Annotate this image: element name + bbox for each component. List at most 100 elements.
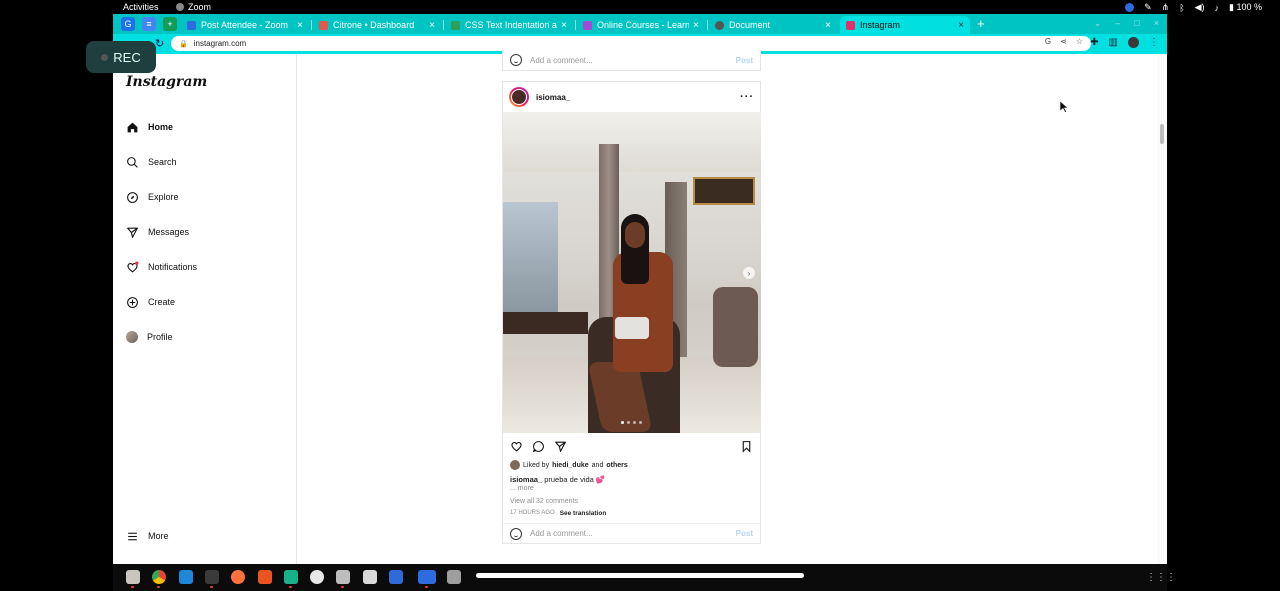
address-bar[interactable]: 🔒 instagram.com G ⋖ ☆: [171, 36, 1091, 51]
comment-icon[interactable]: [532, 440, 545, 453]
emoji-icon[interactable]: [510, 527, 522, 540]
story-avatar[interactable]: [509, 87, 529, 107]
liked-by-user[interactable]: hiedi_duke: [552, 462, 589, 469]
time-ago: 17 HOURS AGO: [510, 510, 555, 516]
close-tab-icon[interactable]: ×: [561, 20, 567, 31]
tab-zoom[interactable]: Post Attendee - Zoom ×: [181, 16, 309, 34]
tab-instagram[interactable]: Instagram ×: [840, 16, 970, 34]
tab-citrone[interactable]: Citrone • Dashboard ×: [313, 16, 441, 34]
comment-input[interactable]: Add a comment...: [530, 56, 593, 65]
sidebar-item-more[interactable]: More: [126, 529, 169, 543]
emoji-icon[interactable]: [510, 54, 522, 66]
carousel-dot: [639, 421, 642, 424]
side-panel-icon[interactable]: ▥: [1109, 37, 1118, 48]
instagram-logo[interactable]: Instagram: [126, 74, 207, 90]
close-window-icon[interactable]: ×: [1154, 18, 1159, 29]
sidebar-item-explore[interactable]: Explore: [126, 190, 179, 204]
new-tab-button[interactable]: +: [977, 16, 985, 31]
sidebar-item-profile[interactable]: Profile: [126, 330, 173, 344]
liked-by-and: and: [591, 461, 604, 469]
menu-kebab-icon[interactable]: ⋮: [1149, 37, 1159, 48]
files-app-icon[interactable]: [126, 570, 140, 584]
scrollbar-thumb[interactable]: [1160, 124, 1164, 144]
mic-icon[interactable]: ♪: [1215, 3, 1220, 13]
profile-avatar-icon[interactable]: [1128, 37, 1139, 48]
maximize-icon[interactable]: □: [1134, 18, 1139, 29]
docs-pinned-tab-icon[interactable]: ≡: [142, 17, 156, 31]
sheets-pinned-tab-icon[interactable]: +: [163, 17, 177, 31]
battery-indicator[interactable]: ▮ 100 %: [1229, 2, 1262, 13]
close-tab-icon[interactable]: ×: [429, 20, 435, 31]
chrome-pinned-tab-icon[interactable]: G: [121, 17, 135, 31]
slack-app-icon[interactable]: [310, 570, 324, 584]
notes-app-icon[interactable]: [389, 570, 403, 584]
text-editor-icon[interactable]: [363, 570, 377, 584]
screen-share-slider[interactable]: [476, 573, 804, 578]
see-translation-link[interactable]: See translation: [560, 510, 607, 517]
share-send-icon[interactable]: [554, 440, 567, 453]
sidebar-item-create[interactable]: Create: [126, 295, 175, 309]
sidebar-item-messages[interactable]: Messages: [126, 225, 189, 239]
bluetooth-icon[interactable]: ᛒ: [1179, 3, 1184, 13]
post-comment-button[interactable]: Post: [736, 529, 753, 538]
tab-document[interactable]: Document ×: [709, 16, 837, 34]
reload-icon[interactable]: ↻: [155, 37, 164, 50]
tab-css-text[interactable]: CSS Text Indentation and ×: [445, 16, 573, 34]
battery-level: 100 %: [1236, 2, 1262, 12]
google-lens-icon[interactable]: G: [1045, 37, 1051, 46]
tab-search-icon[interactable]: ⌄: [1094, 18, 1102, 29]
post-comment-button[interactable]: Post: [736, 56, 753, 65]
extensions-icon[interactable]: ✚: [1090, 37, 1098, 48]
sidebar-item-home[interactable]: Home: [126, 120, 173, 134]
pen-icon[interactable]: ✎: [1144, 2, 1152, 13]
network-icon[interactable]: ⋔: [1162, 2, 1170, 13]
zoom-dock-icon[interactable]: [418, 570, 436, 584]
chrome-app-icon[interactable]: [152, 570, 166, 584]
recording-indicator[interactable]: REC: [86, 41, 156, 73]
view-comments-link[interactable]: View all 32 comments: [503, 492, 760, 505]
bookmark-star-icon[interactable]: ☆: [1076, 37, 1083, 46]
zoom-tray-icon[interactable]: [1125, 3, 1135, 12]
image-viewer-icon[interactable]: [336, 570, 350, 584]
bookmark-icon[interactable]: [740, 440, 753, 453]
carousel-dot: [621, 421, 624, 424]
firefox-app-icon[interactable]: [231, 570, 245, 584]
visual-studio-icon[interactable]: [284, 570, 298, 584]
share-icon[interactable]: ⋖: [1060, 37, 1067, 46]
recording-label: REC: [113, 49, 141, 65]
close-tab-icon[interactable]: ×: [958, 20, 964, 31]
carousel-next-icon[interactable]: ›: [743, 267, 755, 279]
post-username[interactable]: isiomaa_: [536, 93, 570, 102]
caption-more-link[interactable]: ... more: [503, 484, 760, 492]
sidebar-item-search[interactable]: Search: [126, 155, 177, 169]
page-scrollbar[interactable]: [1157, 54, 1167, 564]
close-tab-icon[interactable]: ×: [693, 20, 699, 31]
running-indicator: [341, 586, 344, 588]
tab-strip: G ≡ + Post Attendee - Zoom × Citrone • D…: [113, 14, 1167, 34]
show-apps-grid-icon[interactable]: ⋮⋮⋮: [1146, 572, 1176, 583]
sidebar-item-notifications[interactable]: Notifications: [126, 260, 197, 274]
terminal-app-icon[interactable]: [205, 570, 219, 584]
volume-icon[interactable]: ◀): [1195, 2, 1205, 13]
activities-button[interactable]: Activities: [123, 2, 159, 12]
software-center-icon[interactable]: [258, 570, 272, 584]
close-tab-icon[interactable]: ×: [297, 20, 303, 31]
system-tray[interactable]: ✎ ⋔ ᛒ ◀) ♪ ▮ 100 %: [1125, 2, 1262, 13]
post-image[interactable]: ›: [503, 112, 761, 433]
lock-icon[interactable]: 🔒: [179, 40, 188, 48]
comment-input[interactable]: Add a comment...: [530, 529, 593, 538]
more-options-icon[interactable]: ···: [740, 91, 754, 103]
active-app-indicator[interactable]: Zoom: [176, 2, 211, 12]
caption-username[interactable]: isiomaa_: [510, 475, 542, 484]
zoom-app-icon: [176, 3, 184, 11]
like-heart-icon[interactable]: [510, 440, 523, 453]
liked-by-others[interactable]: others: [606, 462, 627, 469]
close-tab-icon[interactable]: ×: [825, 20, 831, 31]
feed-post: isiomaa_ ··· › Liked by hiedi_duke and o…: [502, 81, 761, 544]
minimize-icon[interactable]: –: [1115, 18, 1120, 29]
tab-online-courses[interactable]: Online Courses - Learn An ×: [577, 16, 705, 34]
vscode-app-icon[interactable]: [179, 570, 193, 584]
heart-icon: [127, 261, 139, 273]
courses-favicon-icon: [583, 20, 592, 30]
trash-icon[interactable]: [447, 570, 461, 584]
